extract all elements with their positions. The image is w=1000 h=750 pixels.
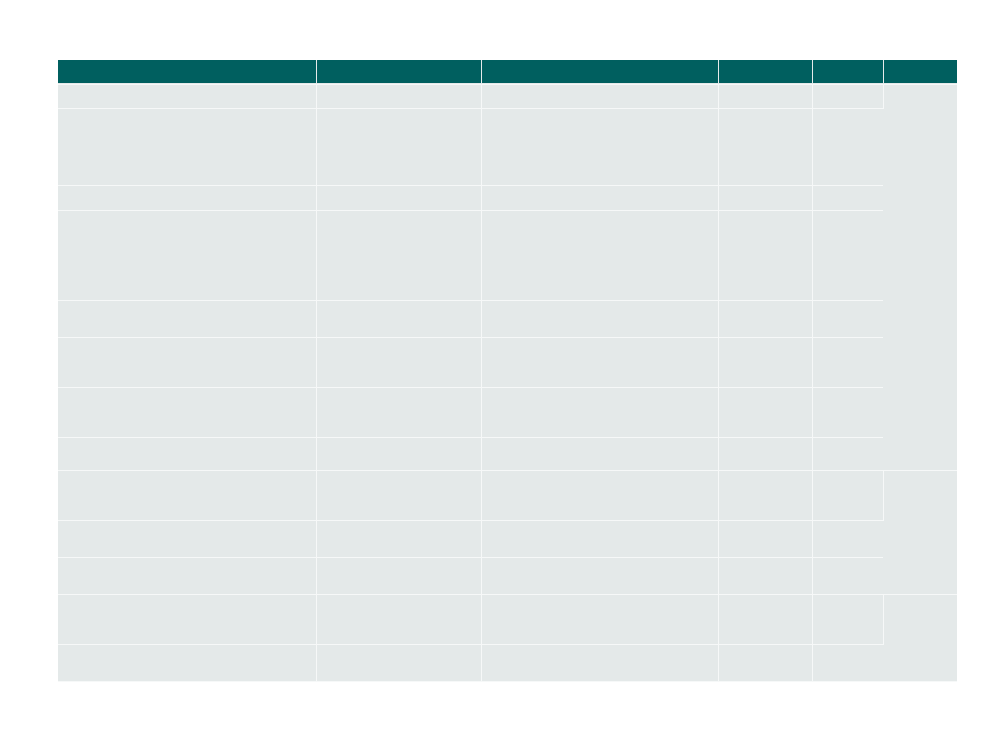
table-cell bbox=[58, 644, 317, 682]
table-cell bbox=[58, 387, 317, 438]
table-cell bbox=[812, 557, 883, 595]
table-cell bbox=[812, 337, 883, 388]
table-cell bbox=[316, 185, 482, 211]
table-row bbox=[58, 387, 957, 438]
table-cell bbox=[812, 644, 883, 682]
table-cell bbox=[58, 337, 317, 388]
table-cell bbox=[481, 84, 719, 109]
table-cell bbox=[316, 557, 482, 595]
table-cell bbox=[316, 387, 482, 438]
table-cell bbox=[316, 108, 482, 186]
column-header bbox=[481, 60, 719, 83]
table-cell bbox=[481, 470, 719, 521]
table-cell bbox=[481, 437, 719, 471]
table-cell bbox=[812, 594, 884, 645]
table-cell bbox=[718, 520, 813, 558]
table-cell bbox=[812, 437, 883, 471]
table-cell bbox=[718, 210, 813, 301]
column-header bbox=[812, 60, 884, 83]
table-cell bbox=[481, 300, 719, 338]
table-cell bbox=[718, 337, 813, 388]
table-cell bbox=[718, 437, 813, 471]
table-cell bbox=[481, 108, 719, 186]
table-row bbox=[58, 108, 957, 186]
table-cell bbox=[481, 644, 719, 682]
table-row bbox=[58, 210, 957, 301]
table-row bbox=[58, 185, 957, 211]
table-cell bbox=[718, 108, 813, 186]
table-row bbox=[58, 644, 957, 682]
table-cell bbox=[718, 594, 813, 645]
table-cell bbox=[481, 337, 719, 388]
table-cell bbox=[481, 594, 719, 645]
data-table bbox=[58, 60, 957, 682]
table-cell bbox=[58, 520, 317, 558]
column-header bbox=[58, 60, 317, 83]
table-cell bbox=[58, 185, 317, 211]
table-row bbox=[58, 300, 957, 338]
table-cell bbox=[812, 470, 884, 521]
table-cell bbox=[812, 520, 883, 558]
table-cell bbox=[58, 437, 317, 471]
table-cell bbox=[718, 84, 813, 109]
table-cell bbox=[58, 594, 317, 645]
table-row bbox=[58, 470, 957, 595]
table-cell bbox=[718, 300, 813, 338]
table-cell bbox=[58, 557, 317, 595]
table-cell bbox=[58, 84, 317, 109]
table-cell bbox=[718, 387, 813, 438]
table-row bbox=[58, 337, 957, 388]
table-cell bbox=[316, 437, 482, 471]
table-cell bbox=[58, 470, 317, 521]
table-cell bbox=[812, 84, 884, 109]
table-row bbox=[58, 557, 957, 595]
table-cell bbox=[481, 210, 719, 301]
group-cell bbox=[883, 84, 957, 471]
table-cell bbox=[812, 387, 883, 438]
table-cell bbox=[481, 185, 719, 211]
column-header bbox=[718, 60, 813, 83]
table-cell bbox=[812, 210, 883, 301]
table-cell bbox=[718, 470, 813, 521]
table-cell bbox=[58, 108, 317, 186]
table-cell bbox=[316, 644, 482, 682]
table-cell bbox=[316, 470, 482, 521]
table-row bbox=[58, 84, 957, 471]
table-cell bbox=[812, 300, 883, 338]
column-header bbox=[883, 60, 957, 83]
group-cell bbox=[883, 470, 957, 595]
table-cell bbox=[812, 108, 883, 186]
table-cell bbox=[718, 557, 813, 595]
table-cell bbox=[58, 210, 317, 301]
table-cell bbox=[481, 387, 719, 438]
table-cell bbox=[58, 300, 317, 338]
header-row bbox=[58, 60, 957, 83]
table-cell bbox=[316, 337, 482, 388]
table-cell bbox=[481, 557, 719, 595]
table-cell bbox=[316, 520, 482, 558]
table-cell bbox=[316, 210, 482, 301]
table-cell bbox=[316, 594, 482, 645]
table-cell bbox=[718, 185, 813, 211]
table-cell bbox=[718, 644, 813, 682]
table-cell bbox=[316, 300, 482, 338]
table-cell bbox=[316, 84, 482, 109]
table-cell bbox=[812, 185, 883, 211]
column-header bbox=[316, 60, 482, 83]
table-row bbox=[58, 437, 957, 471]
table-cell bbox=[481, 520, 719, 558]
table-row bbox=[58, 594, 957, 682]
table-row bbox=[58, 520, 957, 558]
group-cell bbox=[883, 594, 957, 682]
